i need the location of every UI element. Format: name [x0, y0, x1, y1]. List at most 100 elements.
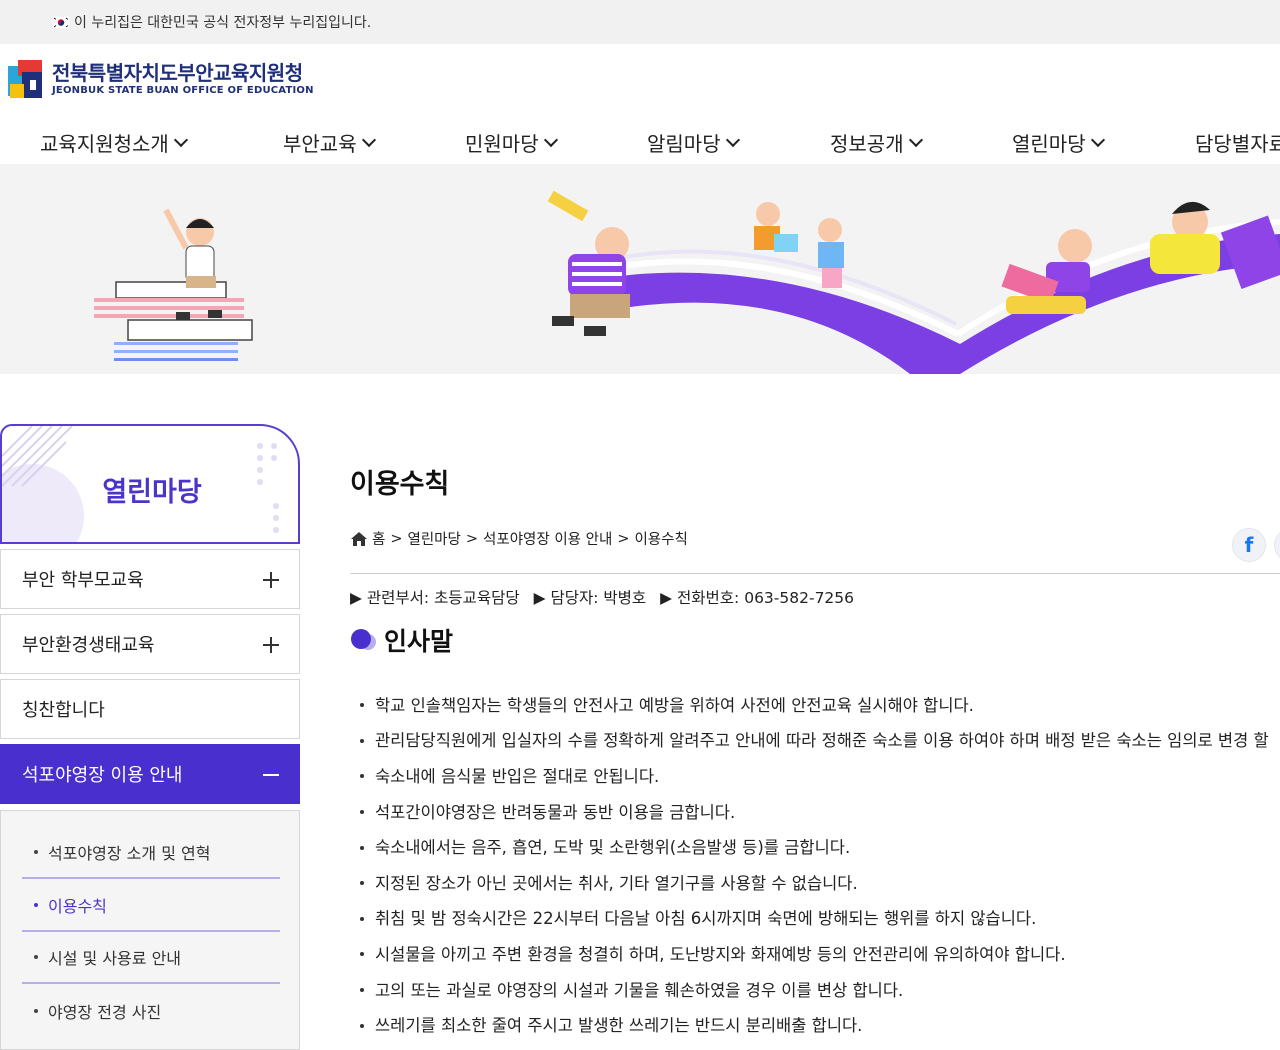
breadcrumb-separator: > [465, 530, 479, 547]
gnb-item-disclosure[interactable]: 정보공개 [830, 128, 923, 157]
rule-text: 관리담당직원에게 입실자의 수를 정확하게 알려주고 안내에 따라 정해준 숙소… [375, 731, 1269, 751]
bullet-icon [360, 845, 364, 850]
site-logo[interactable]: 전북특별자치도부안교육지원청 JEONBUK STATE BUAN OFFICE… [8, 58, 314, 100]
rule-text: 시설물을 아끼고 주변 환경을 청결히 하며, 도난방지와 화재예방 등의 안전… [375, 944, 1066, 964]
info-dept: ▶ 관련부서: 초등교육담당 [350, 589, 520, 607]
gnb-item-civil[interactable]: 민원마당 [465, 128, 558, 157]
chevron-down-icon [1090, 132, 1105, 148]
sidebar-item-praise[interactable]: 칭찬합니다 [0, 679, 300, 739]
sidebar-item-campsite[interactable]: 석포야영장 이용 안내 [0, 744, 300, 804]
bullet-icon [34, 1009, 38, 1013]
korea-flag-icon [51, 15, 71, 29]
bullet-icon [360, 916, 364, 921]
submenu-label: 야영장 전경 사진 [48, 1003, 162, 1022]
submenu-item-photos[interactable]: 야영장 전경 사진 [22, 985, 280, 1037]
main-navigation: 교육지원청소개 부안교육 민원마당 알림마당 정보공개 열린마당 담당별자료 [0, 120, 1280, 164]
plus-icon [263, 637, 279, 653]
bullet-icon [34, 955, 38, 959]
submenu-item-facilities[interactable]: 시설 및 사용료 안내 [22, 932, 280, 984]
chevron-down-icon [173, 132, 188, 148]
gnb-item-notice[interactable]: 알림마당 [647, 128, 740, 157]
rule-text: 학교 인솔책임자는 학생들의 안전사고 예방을 위하여 사전에 안전교육 실시해… [375, 695, 974, 715]
submenu-item-rules[interactable]: 이용수칙 [22, 880, 280, 932]
facebook-share-button[interactable]: f [1232, 528, 1266, 562]
chevron-down-icon [543, 132, 558, 148]
rule-text: 숙소내에서는 음주, 흡연, 도박 및 소란행위(소음발생 등)를 금합니다. [375, 838, 851, 858]
submenu-label: 시설 및 사용료 안내 [48, 949, 182, 968]
hero-banner [0, 164, 1280, 374]
gnb-item-resources[interactable]: 담당별자료 [1195, 128, 1280, 157]
content-divider [350, 573, 1280, 574]
bullet-icon [34, 850, 38, 854]
gnb-label: 알림마당 [647, 132, 721, 156]
rule-text: 석포간이야영장은 반려동물과 동반 이용을 금합니다. [375, 802, 736, 822]
submenu-label: 석포야영장 소개 및 연혁 [48, 844, 211, 863]
logo-name-en: JEONBUK STATE BUAN OFFICE OF EDUCATION [52, 85, 314, 96]
gov-banner-text: 이 누리집은 대한민국 공식 전자정부 누리집입니다. [74, 15, 372, 31]
section-title: 인사말 [384, 627, 454, 656]
breadcrumb-home[interactable]: 홈 [372, 528, 385, 549]
bullet-icon [360, 703, 364, 708]
chevron-down-icon [361, 132, 376, 148]
bullet-icon [360, 774, 364, 779]
bullet-icon [360, 1023, 364, 1028]
list-item: 취침 및 밤 정숙시간은 22시부터 다음날 아침 6시까지며 숙면에 방해되는… [360, 900, 1280, 936]
breadcrumb-separator: > [390, 530, 403, 547]
bullet-icon [360, 988, 364, 993]
rule-text: 취침 및 밤 정숙시간은 22시부터 다음날 아침 6시까지며 숙면에 방해되는… [375, 909, 1037, 929]
bullet-icon [360, 810, 364, 815]
breadcrumb-separator: > [617, 530, 630, 547]
list-item: 고의 또는 과실로 야영장의 시설과 기물을 훼손하였을 경우 이를 변상 합니… [360, 971, 1280, 1007]
sidebar-item-label: 부안환경생태교육 [22, 635, 155, 656]
rule-text: 쓰레기를 최소한 줄여 주시고 발생한 쓰레기는 반드시 분리배출 합니다. [375, 1016, 863, 1036]
plus-icon [263, 572, 279, 588]
sidebar-item-label: 석포야영장 이용 안내 [22, 765, 183, 786]
sidebar-submenu: 석포야영장 소개 및 연혁 이용수칙 시설 및 사용료 안내 야영장 전경 사진 [0, 810, 300, 1050]
gnb-label: 교육지원청소개 [40, 132, 169, 156]
chevron-down-icon [908, 132, 923, 148]
info-phone: ▶ 전화번호: 063-582-7256 [660, 589, 855, 607]
breadcrumb-current: 이용수칙 [634, 532, 688, 548]
list-item: 학교 인솔책임자는 학생들의 안전사고 예방을 위하여 사전에 안전교육 실시해… [360, 686, 1280, 722]
section-bullet-icon [351, 629, 376, 650]
office-logo-icon [8, 60, 42, 98]
bullet-icon [360, 738, 364, 743]
gnb-item-buan-education[interactable]: 부안교육 [283, 128, 376, 157]
gnb-label: 정보공개 [830, 132, 904, 156]
gnb-item-intro[interactable]: 교육지원청소개 [40, 128, 188, 157]
share-button[interactable] [1274, 528, 1280, 562]
bullet-icon [34, 903, 38, 907]
hero-illustration [94, 190, 1280, 374]
breadcrumb-level1[interactable]: 열린마당 [408, 528, 461, 549]
page-title: 이용수칙 [350, 469, 450, 500]
gnb-item-open-forum[interactable]: 열린마당 [1012, 128, 1105, 157]
rule-text: 고의 또는 과실로 야영장의 시설과 기물을 훼손하였을 경우 이를 변상 합니… [375, 980, 904, 1000]
book-stack-illustration [94, 208, 253, 361]
sidebar-header: 열린마당 [0, 424, 300, 544]
bullet-icon [360, 881, 364, 886]
sidebar-item-eco-education[interactable]: 부안환경생태교육 [0, 614, 300, 674]
sidebar-item-label: 칭찬합니다 [22, 700, 105, 721]
facebook-icon: f [1244, 533, 1254, 557]
minus-icon [263, 774, 279, 776]
gnb-label: 부안교육 [283, 132, 357, 156]
list-item: 관리담당직원에게 입실자의 수를 정확하게 알려주고 안내에 따라 정해준 숙소… [360, 722, 1280, 758]
list-item: 숙소내에서는 음주, 흡연, 도박 및 소란행위(소음발생 등)를 금합니다. [360, 828, 1280, 864]
list-item: 지정된 장소가 아닌 곳에서는 취사, 기타 열기구를 사용할 수 없습니다. [360, 864, 1280, 900]
list-item: 시설물을 아끼고 주변 환경을 청결히 하며, 도난방지와 화재예방 등의 안전… [360, 935, 1280, 971]
bullet-icon [360, 952, 364, 957]
list-item: 쓰레기를 최소한 줄여 주시고 발생한 쓰레기는 반드시 분리배출 합니다. [360, 1006, 1280, 1042]
sidebar-item-label: 부안 학부모교육 [22, 570, 144, 591]
sidebar-title: 열린마당 [102, 477, 202, 508]
section-heading: 인사말 [350, 622, 453, 658]
gnb-label: 민원마당 [465, 132, 539, 156]
submenu-item-intro[interactable]: 석포야영장 소개 및 연혁 [22, 827, 280, 879]
submenu-label: 이용수칙 [48, 897, 107, 916]
list-item: 석포간이야영장은 반려동물과 동반 이용을 금합니다. [360, 793, 1280, 829]
gnb-label: 담당별자료 [1195, 132, 1280, 156]
breadcrumb-level2[interactable]: 석포야영장 이용 안내 [483, 528, 612, 549]
gnb-label: 열린마당 [1012, 132, 1086, 156]
logo-name-ko: 전북특별자치도부안교육지원청 [52, 61, 303, 85]
chevron-down-icon [725, 132, 740, 148]
sidebar-item-parent-education[interactable]: 부안 학부모교육 [0, 549, 300, 609]
